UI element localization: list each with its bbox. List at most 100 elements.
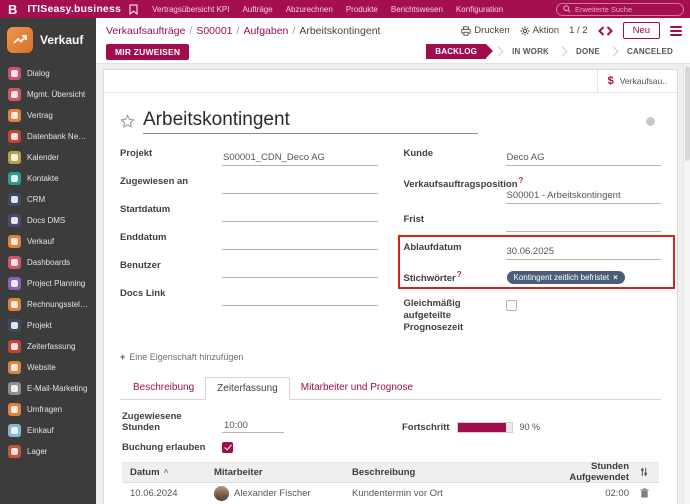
top-menu-item[interactable]: Vertragsübersicht KPI	[152, 5, 229, 14]
sidebar-item[interactable]: Kontakte	[0, 168, 96, 189]
sidebar-item[interactable]: Vertrag	[0, 105, 96, 126]
column-header-date[interactable]: Datum^	[122, 467, 214, 478]
activity-status-dot[interactable]	[646, 117, 655, 126]
menu-toggle-icon[interactable]	[670, 26, 682, 36]
stage-item[interactable]: CANCELED	[618, 44, 682, 59]
action-menu-button[interactable]: Aktion	[520, 25, 559, 36]
pager-next-icon[interactable]	[606, 26, 613, 36]
sidebar-item[interactable]: Dialog	[0, 63, 96, 84]
sidebar-item[interactable]: E-Mail-Marketing	[0, 378, 96, 399]
sidebar-app-icon	[8, 214, 21, 227]
sidebar-item[interactable]: Einkauf	[0, 420, 96, 441]
sale-order-smart-button[interactable]: $ Verkaufsau..	[597, 70, 677, 92]
timesheet-row[interactable]: 10.06.2024 Alexander Fischer Kundentermi…	[122, 483, 659, 504]
top-menu-item[interactable]: Produkte	[346, 5, 378, 14]
field-value[interactable]	[222, 179, 378, 194]
sidebar-item[interactable]: Rechnungsstellung	[0, 294, 96, 315]
new-button[interactable]: Neu	[623, 22, 660, 39]
delete-row-icon[interactable]	[629, 488, 659, 498]
sidebar-app-icon	[8, 277, 21, 290]
form-field-row: Kunde Deco AG	[404, 146, 662, 166]
sidebar-item[interactable]: Docs DMS	[0, 210, 96, 231]
sidebar-item[interactable]: Website	[0, 357, 96, 378]
stage-separator-icon	[609, 47, 619, 57]
sidebar-item-label: Zeiterfassung	[27, 342, 75, 351]
task-title-input[interactable]: Arbeitskontingent	[143, 109, 478, 134]
print-button[interactable]: Drucken	[461, 25, 509, 36]
sidebar-app-header[interactable]: Verkauf	[0, 18, 96, 63]
help-icon[interactable]: ?	[457, 270, 462, 279]
printer-icon	[461, 26, 471, 36]
help-icon[interactable]: ?	[519, 176, 524, 185]
field-value[interactable]	[222, 263, 378, 278]
sidebar-item[interactable]: Project Planning	[0, 273, 96, 294]
notebook-tab[interactable]: Zeiterfassung	[205, 377, 290, 400]
column-header-description[interactable]: Beschreibung	[352, 467, 533, 478]
allow-booking-checkbox[interactable]	[222, 442, 233, 453]
gear-icon	[520, 26, 530, 36]
verkauf-app-icon	[7, 27, 33, 53]
app-logo[interactable]: B	[6, 2, 19, 17]
tag-badge[interactable]: Kontingent zeitlich befristet×	[507, 271, 625, 284]
stage-item[interactable]: BACKLOG	[426, 44, 486, 59]
sidebar-app-icon	[8, 361, 21, 374]
sidebar-item-label: Rechnungsstellung	[27, 300, 88, 309]
optional-columns-icon[interactable]	[629, 467, 659, 477]
stage-item[interactable]: IN WORK	[503, 44, 558, 59]
forecast-checkbox[interactable]	[506, 300, 517, 311]
favorite-star-icon[interactable]	[120, 114, 135, 129]
column-header-employee[interactable]: Mitarbeiter	[214, 467, 352, 478]
sidebar-item[interactable]: Zeiterfassung	[0, 336, 96, 357]
form-field-row: Enddatum	[120, 230, 378, 250]
sidebar-item[interactable]: Umfragen	[0, 399, 96, 420]
sidebar-item[interactable]: Verkauf	[0, 231, 96, 252]
tags-field[interactable]: Kontingent zeitlich befristet×	[506, 270, 662, 288]
field-value[interactable]	[222, 235, 378, 250]
top-menu-item[interactable]: Konfiguration	[456, 5, 503, 14]
sidebar-item[interactable]: Mgmt. Übersicht	[0, 84, 96, 105]
sidebar-item[interactable]: Dashboards	[0, 252, 96, 273]
brand-name[interactable]: ITISeasy.business	[27, 3, 121, 15]
sidebar-item[interactable]: Kalender	[0, 147, 96, 168]
search-input[interactable]	[575, 5, 677, 14]
top-menu-item[interactable]: Abzurechnen	[286, 5, 333, 14]
breadcrumb-link[interactable]: S00001	[196, 25, 232, 37]
sidebar-item-label: Kontakte	[27, 174, 59, 183]
stage-item[interactable]: DONE	[567, 44, 609, 59]
tag-remove-icon[interactable]: ×	[613, 273, 618, 282]
notebook-tab[interactable]: Mitarbeiter und Prognose	[290, 377, 424, 400]
sidebar-app-icon	[8, 298, 21, 311]
breadcrumb-link[interactable]: Verkaufsaufträge	[106, 25, 185, 37]
sidebar-item-label: Umfragen	[27, 405, 62, 414]
field-value[interactable]	[222, 207, 378, 222]
customer-field-value[interactable]: Deco AG	[506, 151, 662, 166]
sidebar-item[interactable]: Datenbank Neutralisie...	[0, 126, 96, 147]
sidebar-item[interactable]: Lager	[0, 441, 96, 462]
expiration-date-field-value[interactable]: 30.06.2025	[506, 245, 662, 260]
allocated-hours-input[interactable]: 10:00	[222, 419, 284, 433]
sidebar-item[interactable]: CRM	[0, 189, 96, 210]
add-property-link[interactable]: + Eine Eigenschaft hinzufügen	[120, 352, 661, 362]
vertical-scrollbar[interactable]	[683, 64, 690, 504]
column-header-hours[interactable]: Stunden Aufgewendet	[533, 461, 629, 483]
top-menu-item[interactable]: Aufträge	[242, 5, 272, 14]
pager-previous-icon[interactable]	[598, 26, 605, 36]
top-menu-item[interactable]: Berichtswesen	[391, 5, 443, 14]
assign-to-me-button[interactable]: MIR ZUWEISEN	[106, 44, 189, 60]
sidebar-app-icon	[8, 88, 21, 101]
sidebar-app-icon	[8, 382, 21, 395]
scrollbar-thumb[interactable]	[685, 66, 690, 161]
search-icon	[563, 5, 571, 13]
search-box[interactable]	[556, 3, 684, 16]
sidebar-item[interactable]: Projekt	[0, 315, 96, 336]
field-value[interactable]: S00001_CDN_Deco AG	[222, 151, 378, 166]
bookmark-icon[interactable]	[129, 4, 138, 15]
field-value[interactable]	[222, 291, 378, 306]
notebook-tab[interactable]: Beschreibung	[122, 377, 205, 400]
top-menu: Vertragsübersicht KPI Aufträge Abzurechn…	[152, 5, 503, 14]
sidebar-item-label: Kalender	[27, 153, 59, 162]
form-field-row: Frist	[404, 212, 662, 232]
deadline-field-value[interactable]	[506, 217, 662, 232]
sale-order-line-field-value[interactable]: S00001 - Arbeitskontingent	[506, 189, 662, 204]
breadcrumb-link[interactable]: Aufgaben	[243, 25, 288, 37]
